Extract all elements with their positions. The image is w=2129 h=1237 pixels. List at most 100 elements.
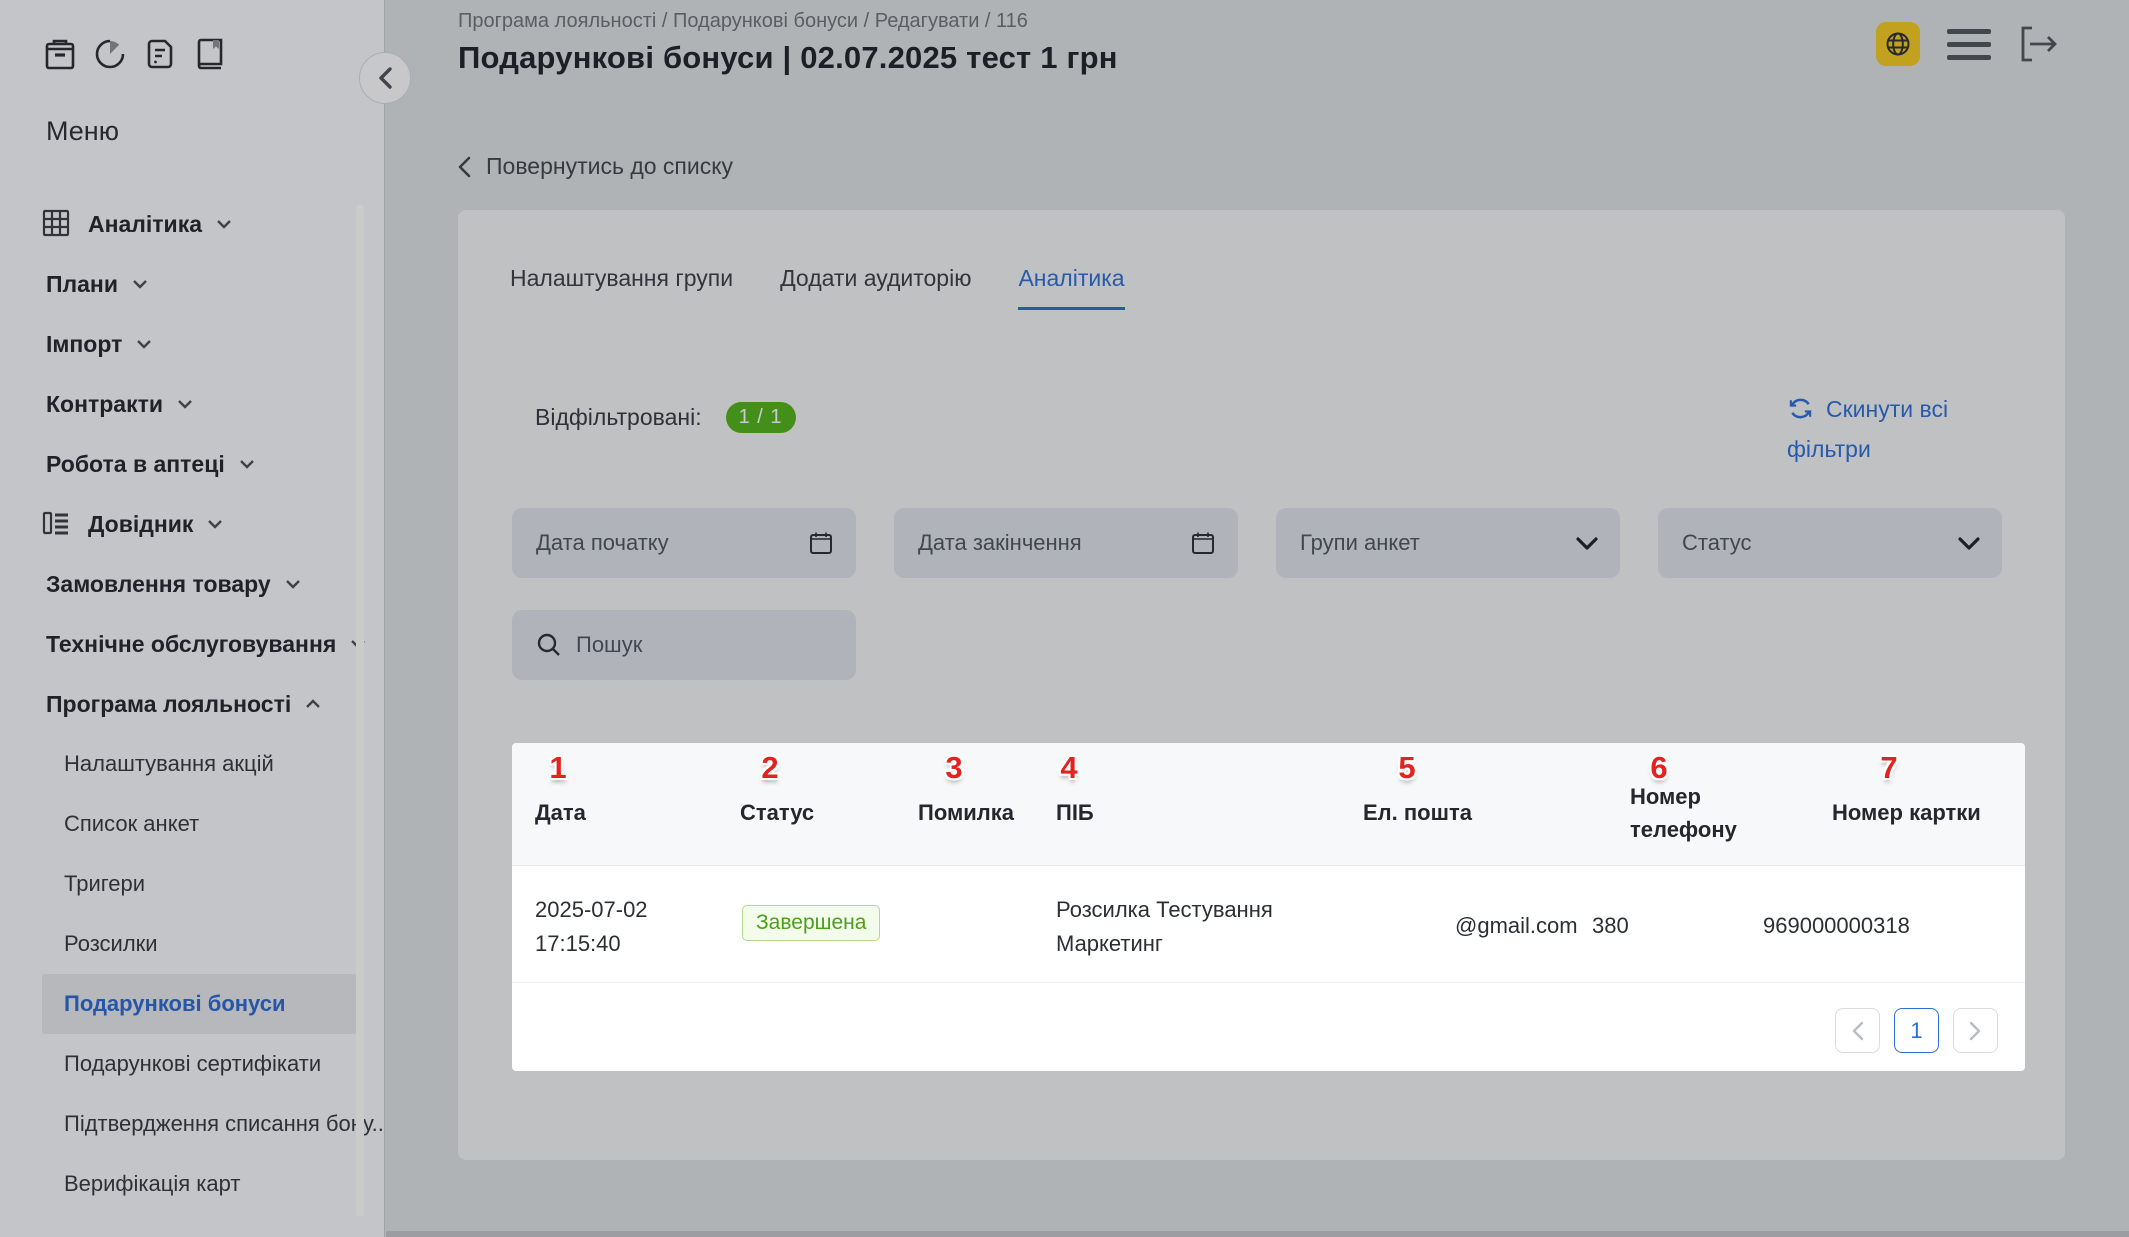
cell-date-line2: 17:15:40 [535, 927, 648, 961]
sidebar-item-label: Тригери [64, 871, 145, 897]
sidebar-item-label: Подарункові сертифікати [64, 1051, 321, 1077]
sidebar-menu: Аналітика Плани Імпорт Контракти Робота … [0, 194, 385, 1214]
sidebar-item-mailings[interactable]: Розсилки [0, 914, 385, 974]
sidebar-item-label: Підтвердження списання бону... [64, 1111, 385, 1137]
chevron-right-icon [1968, 1021, 1983, 1041]
sidebar-scrollbar[interactable] [356, 205, 364, 1217]
tab-analytics[interactable]: Аналітика [1018, 265, 1124, 310]
sidebar-item-goods-order[interactable]: Замовлення товару [0, 554, 385, 614]
sidebar-item-card-verification[interactable]: Верифікація карт [0, 1154, 385, 1214]
date-to-input[interactable]: Дата закінчення [894, 508, 1238, 578]
cell-phone: 380 [1592, 909, 1629, 943]
column-header-card: Номер картки [1832, 796, 1981, 829]
search-icon [536, 632, 562, 658]
sidebar-item-plans[interactable]: Плани [0, 254, 385, 314]
sidebar-item-label: Технічне обслуговування [46, 631, 336, 658]
sidebar-item-label: Довідник [88, 511, 193, 538]
sidebar-item-label: Контракти [46, 391, 163, 418]
pagination-prev-button[interactable] [1835, 1008, 1880, 1053]
cell-name-line2: Маркетинг [1056, 927, 1273, 961]
pie-chart-icon[interactable] [94, 36, 126, 72]
cell-status: Завершена [742, 905, 880, 941]
sidebar-item-triggers[interactable]: Тригери [0, 854, 385, 914]
language-globe-button[interactable] [1876, 22, 1920, 66]
sidebar-menu-heading: Меню [46, 116, 119, 147]
cell-date: 2025-07-02 17:15:40 [535, 893, 648, 961]
status-select[interactable]: Статус [1658, 508, 2002, 578]
annotation-number-5: 5 [1398, 750, 1415, 786]
sidebar-item-import[interactable]: Імпорт [0, 314, 385, 374]
logout-button[interactable] [2018, 24, 2060, 64]
filtered-count-badge: 1 / 1 [726, 402, 796, 433]
sidebar-item-label: Аналітика [88, 211, 202, 238]
search-input[interactable]: Пошук [512, 610, 856, 680]
breadcrumb: Програма лояльності / Подарункові бонуси… [458, 10, 1028, 33]
pagination-page-1-button[interactable]: 1 [1894, 1008, 1939, 1053]
chevron-down-icon [207, 519, 223, 529]
sidebar-item-label: Програма лояльності [46, 691, 291, 718]
document-icon[interactable] [144, 36, 176, 72]
menu-hamburger-button[interactable] [1947, 29, 1991, 60]
sidebar-item-maintenance[interactable]: Технічне обслуговування [0, 614, 385, 674]
cell-email: @gmail.com [1455, 909, 1578, 943]
chevron-down-icon [216, 219, 232, 229]
sidebar-item-label: Список анкет [64, 811, 199, 837]
chevron-up-icon [305, 699, 321, 709]
reset-icon [1787, 395, 1814, 432]
sidebar-item-label: Налаштування акцій [64, 751, 274, 777]
status-placeholder: Статус [1682, 530, 1752, 556]
chevron-down-icon [285, 579, 301, 589]
tabs: Налаштування групи Додати аудиторію Анал… [510, 265, 1125, 310]
pagination-next-button[interactable] [1953, 1008, 1998, 1053]
sidebar-item-directory[interactable]: Довідник [0, 494, 385, 554]
column-header-email: Ел. пошта [1363, 796, 1472, 829]
logout-icon [2018, 24, 2060, 64]
column-header-date: Дата [535, 796, 586, 829]
sidebar-collapse-button[interactable] [359, 52, 411, 104]
chevron-left-icon [458, 156, 471, 178]
back-to-list-label: Повернутись до списку [486, 153, 733, 180]
chevron-down-icon [239, 459, 255, 469]
chevron-down-icon [1576, 537, 1598, 550]
chevron-down-icon [132, 279, 148, 289]
search-row: Пошук [512, 610, 856, 680]
sidebar-item-questionnaire-list[interactable]: Список анкет [0, 794, 385, 854]
calendar-icon [1190, 530, 1216, 556]
book-icon[interactable] [194, 36, 226, 72]
cell-name-line1: Розсилка Тестування [1056, 893, 1273, 927]
sidebar-item-pharmacy-work[interactable]: Робота в аптеці [0, 434, 385, 494]
cell-date-line1: 2025-07-02 [535, 893, 648, 927]
sidebar-item-loyalty-program[interactable]: Програма лояльності [0, 674, 385, 734]
header-actions [1876, 22, 2060, 66]
pagination: 1 [1835, 1008, 1998, 1053]
cell-name: Розсилка Тестування Маркетинг [1056, 893, 1273, 961]
table-header: 1 2 3 4 5 6 7 Дата Статус Помилка ПІБ Ел… [512, 743, 2025, 866]
groups-select[interactable]: Групи анкет [1276, 508, 1620, 578]
date-from-input[interactable]: Дата початку [512, 508, 856, 578]
tab-add-audience[interactable]: Додати аудиторію [780, 265, 971, 310]
horizontal-scrollbar[interactable] [386, 1231, 2129, 1237]
row-divider [512, 982, 2025, 983]
archive-icon[interactable] [44, 36, 76, 72]
sidebar-item-gift-certificates[interactable]: Подарункові сертифікати [0, 1034, 385, 1094]
sidebar-item-contracts[interactable]: Контракти [0, 374, 385, 434]
sidebar-item-gift-bonuses[interactable]: Подарункові бонуси [42, 974, 356, 1034]
tab-group-settings[interactable]: Налаштування групи [510, 265, 733, 310]
calendar-icon [808, 530, 834, 556]
list-icon [42, 509, 72, 539]
sidebar-item-label: Розсилки [64, 931, 158, 957]
back-to-list-link[interactable]: Повернутись до списку [458, 153, 733, 180]
column-header-error: Помилка [918, 796, 1014, 829]
reset-filters-link[interactable]: Скинути всі фільтри [1787, 392, 1965, 467]
sidebar-item-label: Робота в аптеці [46, 451, 225, 478]
sidebar-item-promo-settings[interactable]: Налаштування акцій [0, 734, 385, 794]
page-title: Подарункові бонуси | 02.07.2025 тест 1 г… [458, 40, 1118, 76]
search-placeholder: Пошук [576, 632, 642, 658]
globe-icon [1884, 30, 1912, 58]
sidebar-item-analytics[interactable]: Аналітика [0, 194, 385, 254]
sidebar-top-icons [44, 36, 226, 72]
sidebar-item-bonus-writeoff-confirm[interactable]: Підтвердження списання бону... [0, 1094, 385, 1154]
filter-row: Дата початку Дата закінчення Групи анкет… [512, 508, 2002, 578]
sidebar-item-label: Плани [46, 271, 118, 298]
column-header-status: Статус [740, 796, 814, 829]
